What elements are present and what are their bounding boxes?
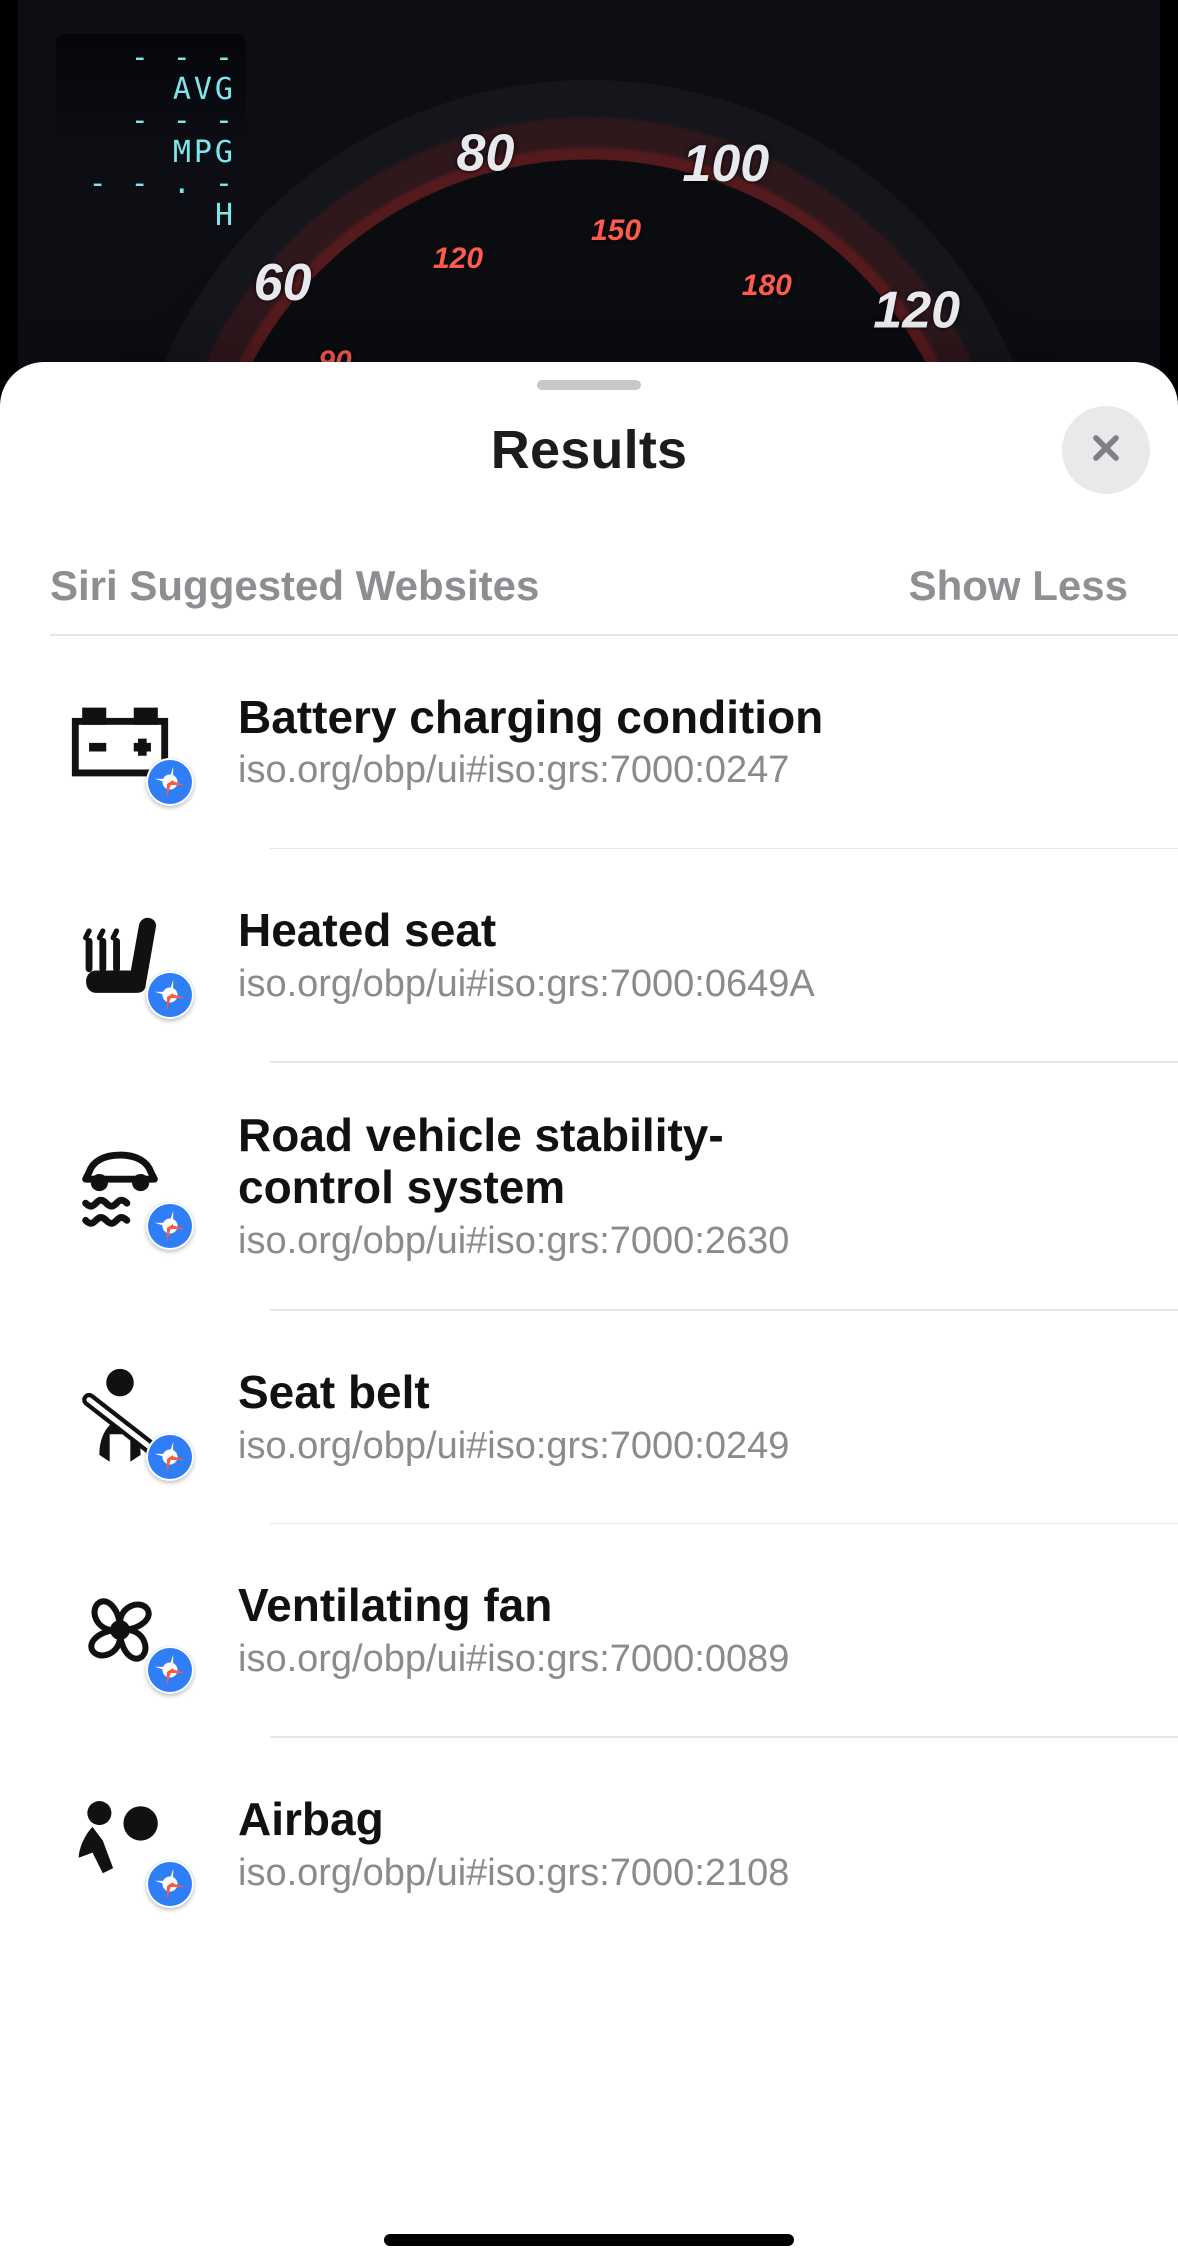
result-subtitle: iso.org/obp/ui#iso:grs:7000:2630 (238, 1220, 1148, 1263)
speed-number: 60 (254, 253, 312, 313)
sheet-grabber[interactable] (537, 380, 641, 390)
speed-number: 80 (457, 124, 515, 184)
battery-icon (50, 682, 190, 802)
results-sheet[interactable]: Results Siri Suggested Websites Show Les… (0, 362, 1178, 2264)
result-subtitle: iso.org/obp/ui#iso:grs:7000:0089 (238, 1638, 1148, 1681)
safari-badge-icon (146, 758, 194, 806)
result-title: Ventilating fan (238, 1579, 1148, 1632)
close-button[interactable] (1062, 406, 1150, 494)
airbag-icon (50, 1784, 190, 1904)
section-title: Siri Suggested Websites (50, 562, 539, 610)
sheet-title: Results (491, 419, 687, 481)
stability-control-icon (50, 1126, 190, 1246)
speed-inner-number: 180 (742, 269, 792, 303)
cluster-row-value: - - - (131, 40, 236, 75)
result-row-battery[interactable]: Battery charging condition iso.org/obp/u… (0, 636, 1178, 848)
safari-badge-icon (146, 1202, 194, 1250)
seatbelt-icon (50, 1357, 190, 1477)
speed-inner-number: 120 (433, 242, 483, 276)
section-header: Siri Suggested Websites Show Less (0, 510, 1178, 634)
safari-badge-icon (146, 971, 194, 1019)
trip-computer-cluster: - - - AVG - - - MPG - - . - H (56, 34, 246, 154)
result-row-airbag[interactable]: Airbag iso.org/obp/ui#iso:grs:7000:2108 (0, 1738, 1178, 1950)
cluster-row-value: - - - (131, 103, 236, 138)
cluster-row-label: AVG (173, 72, 236, 107)
result-row-heated-seat[interactable]: Heated seat iso.org/obp/ui#iso:grs:7000:… (0, 849, 1178, 1061)
speed-number: 100 (682, 134, 769, 194)
show-less-button[interactable]: Show Less (909, 562, 1128, 610)
screen: - - - AVG - - - MPG - - . - H 20 40 60 8… (0, 0, 1178, 2264)
cluster-row-label: MPG (173, 135, 236, 170)
result-row-fan[interactable]: Ventilating fan iso.org/obp/ui#iso:grs:7… (0, 1524, 1178, 1736)
safari-badge-icon (146, 1860, 194, 1908)
result-title: Battery charging condition (238, 691, 1148, 744)
result-row-seatbelt[interactable]: Seat belt iso.org/obp/ui#iso:grs:7000:02… (0, 1311, 1178, 1523)
results-list[interactable]: Battery charging condition iso.org/obp/u… (0, 636, 1178, 2264)
speed-number: 120 (873, 281, 960, 341)
sheet-header: Results (0, 390, 1178, 510)
fan-icon (50, 1570, 190, 1690)
result-row-stability[interactable]: Road vehicle stability-control system is… (0, 1063, 1178, 1310)
result-title: Road vehicle stability-control system (238, 1109, 798, 1215)
home-indicator[interactable] (384, 2234, 794, 2246)
close-icon (1086, 428, 1126, 473)
safari-badge-icon (146, 1433, 194, 1481)
result-subtitle: iso.org/obp/ui#iso:grs:7000:2108 (238, 1852, 1148, 1895)
result-title: Airbag (238, 1793, 1148, 1846)
speed-inner-number: 150 (591, 214, 641, 248)
result-subtitle: iso.org/obp/ui#iso:grs:7000:0247 (238, 749, 1148, 792)
cluster-row-value: - - . - (89, 166, 236, 201)
heated-seat-icon (50, 895, 190, 1015)
result-title: Heated seat (238, 904, 1148, 957)
result-subtitle: iso.org/obp/ui#iso:grs:7000:0249 (238, 1425, 1148, 1468)
safari-badge-icon (146, 1646, 194, 1694)
result-title: Seat belt (238, 1366, 1148, 1419)
cluster-row-label: H (215, 198, 236, 233)
result-subtitle: iso.org/obp/ui#iso:grs:7000:0649A (238, 963, 1148, 1006)
